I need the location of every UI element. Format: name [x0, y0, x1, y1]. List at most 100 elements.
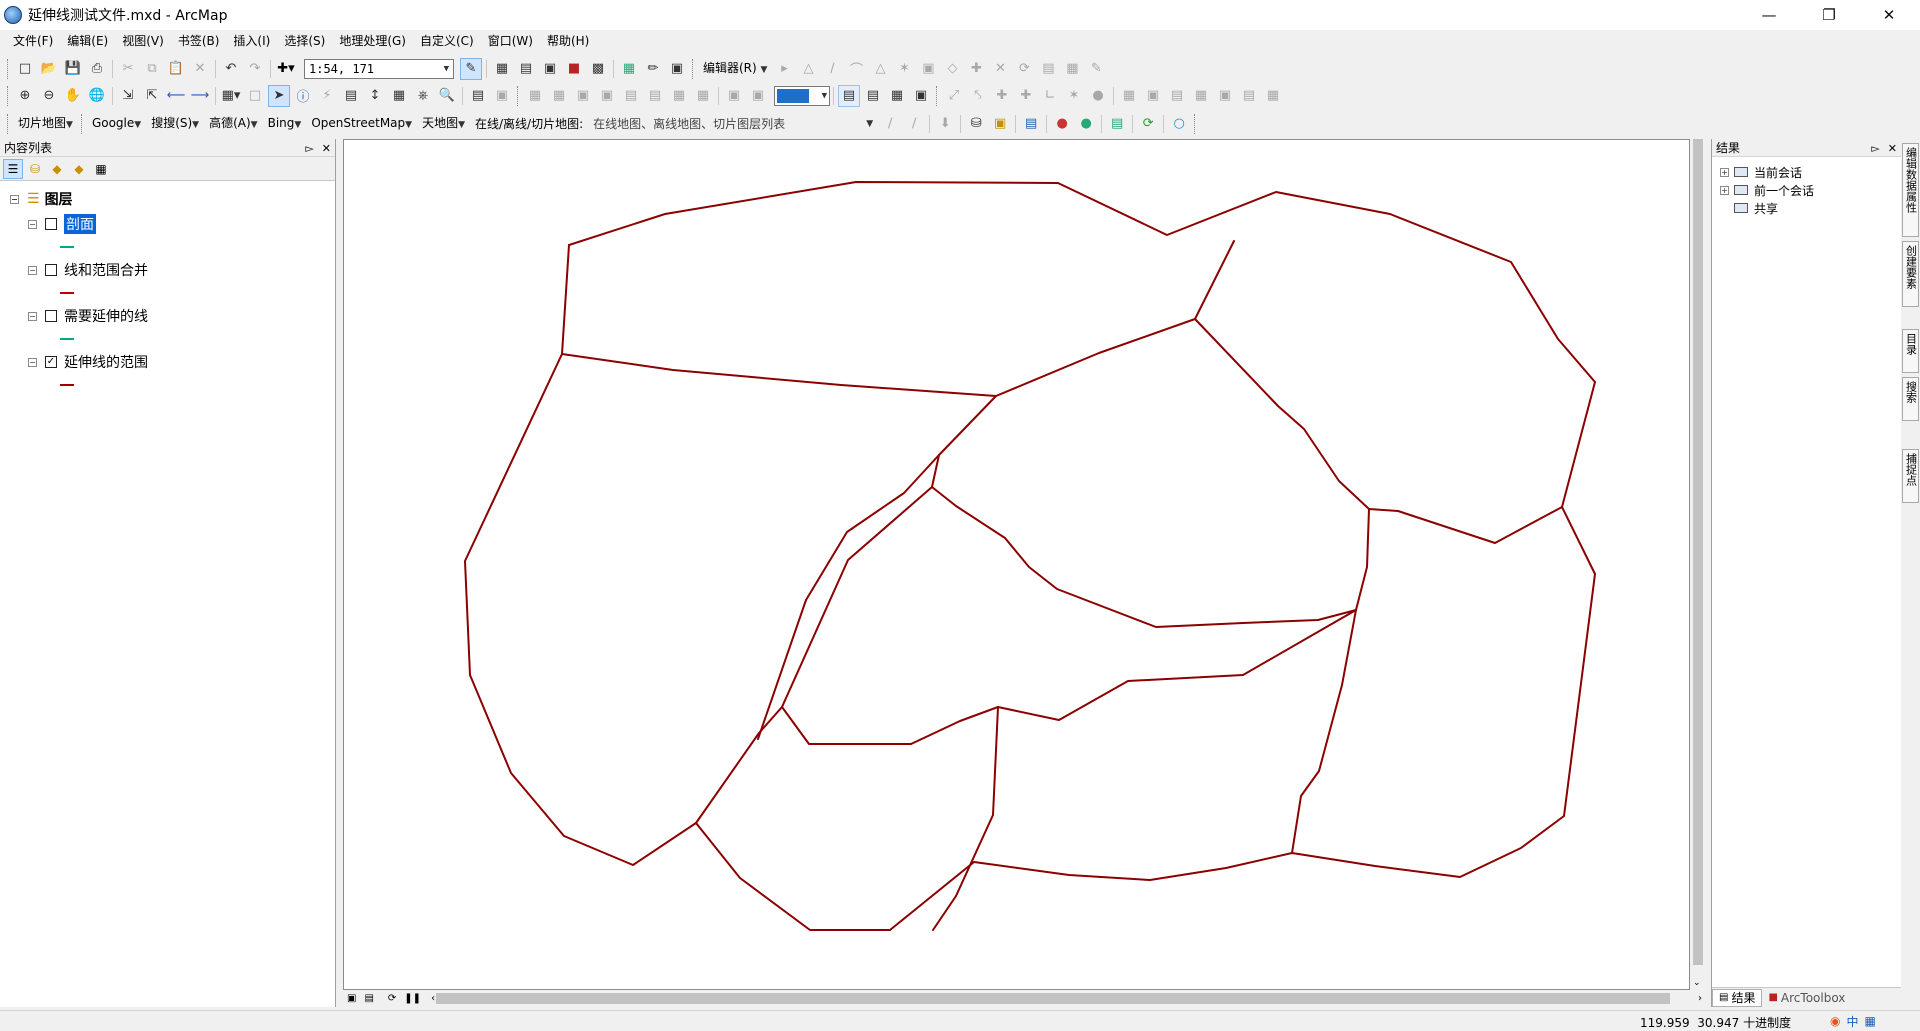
users-icon[interactable]: ● — [1075, 113, 1097, 135]
map-vertical-scrollbar[interactable]: ⌄ — [1690, 139, 1706, 990]
results-shared[interactable]: 共享 — [1734, 199, 1778, 217]
map-feature[interactable] — [695, 486, 933, 824]
undo-icon[interactable]: ↶ — [220, 58, 242, 80]
map-feature[interactable] — [781, 609, 1357, 745]
toc-options-icon[interactable]: ▦ — [91, 159, 111, 179]
qq-icon[interactable]: ● — [1051, 113, 1073, 135]
arctoolbox-icon[interactable]: ■ — [563, 58, 585, 80]
refresh-icon[interactable]: ⟳ — [1137, 113, 1159, 135]
refresh-layer-icon[interactable]: ▣ — [910, 85, 932, 107]
layout-tool-4-icon[interactable]: ▣ — [596, 85, 618, 107]
paste-icon[interactable]: 📋 — [165, 58, 187, 80]
identify-icon[interactable]: ⓘ — [292, 85, 314, 107]
close-pane-icon[interactable]: ✕ — [322, 142, 331, 155]
tab-catalog[interactable]: 目录 — [1902, 329, 1919, 373]
advanced-edit-5-icon[interactable]: ▣ — [1214, 85, 1236, 107]
advanced-edit-1-icon[interactable]: ▦ — [1118, 85, 1140, 107]
layer-2-name[interactable]: 需要延伸的线 — [64, 306, 148, 326]
advanced-edit-6-icon[interactable]: ▤ — [1238, 85, 1260, 107]
layer-row-3[interactable]: − ✓ 延伸线的范围 — [28, 352, 148, 372]
export-icon[interactable]: ▤ — [1106, 113, 1128, 135]
map-feature[interactable] — [561, 244, 1196, 397]
restore-button[interactable]: ❐ — [1806, 0, 1852, 30]
layer-3-checkbox[interactable]: ✓ — [45, 356, 57, 368]
find-icon[interactable]: 🔍 — [436, 85, 458, 107]
collapse-icon[interactable]: − — [10, 194, 19, 204]
tile-map-menu[interactable]: 切片地图▼ — [13, 112, 78, 136]
clear-selection-icon[interactable]: □ — [244, 85, 266, 107]
editor-pencil-icon[interactable]: ✏ — [642, 58, 664, 80]
map-feature[interactable] — [889, 506, 1596, 931]
layout-tool-5-icon[interactable]: ▤ — [620, 85, 642, 107]
expand-icon[interactable]: + — [1720, 185, 1729, 195]
advanced-edit-3-icon[interactable]: ▤ — [1166, 85, 1188, 107]
endpoint-arc-icon[interactable]: ⌒ — [845, 58, 867, 80]
map-feature[interactable] — [695, 822, 891, 931]
map-feature[interactable] — [1291, 609, 1357, 854]
trace-icon[interactable]: △ — [869, 58, 891, 80]
fixed-zoom-in-icon[interactable]: ⇲ — [117, 85, 139, 107]
menu-customize[interactable]: 自定义(C) — [413, 30, 481, 52]
create-viewer-icon[interactable]: ▣ — [491, 85, 513, 107]
layer-1-checkbox[interactable] — [45, 264, 57, 276]
fillet-icon[interactable]: ∟ — [1039, 85, 1061, 107]
layout-tool-3-icon[interactable]: ▣ — [572, 85, 594, 107]
edit-tool-icon[interactable]: ▸ — [773, 58, 795, 80]
gaode-menu[interactable]: 高德(A)▼ — [204, 112, 263, 136]
pan-icon[interactable]: ✋ — [62, 85, 84, 107]
catalog-icon[interactable]: ▤ — [515, 58, 537, 80]
cut-icon[interactable]: ✂ — [117, 58, 139, 80]
search-window-icon[interactable]: ▣ — [539, 58, 561, 80]
layout-view-icon[interactable]: ▤ — [364, 993, 373, 1004]
tile-tool-2-icon[interactable]: ∕ — [903, 113, 925, 135]
expand-icon[interactable]: + — [1720, 167, 1729, 177]
map-feature[interactable] — [932, 706, 999, 931]
advanced-edit-2-icon[interactable]: ▣ — [1142, 85, 1164, 107]
layer-0-name[interactable]: 剖面 — [64, 214, 96, 234]
map-canvas[interactable] — [344, 140, 1689, 989]
vertex-icon[interactable]: ✶ — [1063, 85, 1085, 107]
data-view-icon[interactable]: ▣ — [347, 993, 356, 1004]
pin-icon[interactable]: ▻ — [1871, 142, 1879, 155]
sphere-icon[interactable]: ● — [1087, 85, 1109, 107]
split-line-icon[interactable]: ✚ — [1015, 85, 1037, 107]
ime-indicator[interactable]: ◉ 中 ▦ — [1830, 1011, 1876, 1031]
go-to-xy-icon[interactable]: ⎈ — [412, 85, 434, 107]
layer-row-2[interactable]: − 需要延伸的线 — [28, 306, 148, 326]
refresh-view-icon[interactable]: ⟳ — [388, 993, 396, 1004]
fixed-zoom-out-icon[interactable]: ⇱ — [141, 85, 163, 107]
minimize-button[interactable]: — — [1746, 0, 1792, 30]
copy-icon[interactable]: ⧉ — [141, 58, 163, 80]
pin-icon[interactable]: ▻ — [305, 142, 313, 155]
fill-color-picker[interactable]: ▼ — [774, 85, 830, 106]
list-by-source-icon[interactable]: ⛁ — [25, 159, 45, 179]
scroll-right-icon[interactable]: › — [1698, 993, 1702, 1004]
layer-3-name[interactable]: 延伸线的范围 — [64, 352, 148, 372]
zoom-out-icon[interactable]: ⊖ — [38, 85, 60, 107]
data-view-tool-icon[interactable]: ▤ — [838, 84, 860, 107]
menu-help[interactable]: 帮助(H) — [540, 30, 596, 52]
map-feature[interactable] — [1194, 240, 1235, 320]
collapse-icon[interactable]: − — [28, 357, 37, 367]
sketch-properties-icon[interactable]: ▦ — [1061, 58, 1083, 80]
download-icon[interactable]: ⬇ — [934, 113, 956, 135]
select-elements-icon[interactable]: ➤ — [268, 84, 290, 107]
model-builder-icon[interactable]: ▦ — [618, 58, 640, 80]
list-by-visibility-icon[interactable]: ◆ — [47, 159, 67, 179]
tab-arctoolbox[interactable]: ■ ArcToolbox — [1762, 989, 1851, 1007]
database-icon[interactable]: ⛁ — [965, 113, 987, 135]
find-route-icon[interactable]: ▦ — [388, 85, 410, 107]
hyperlink-icon[interactable]: ⚡ — [316, 85, 338, 107]
map-display[interactable] — [343, 139, 1690, 990]
layer-row-0[interactable]: − 剖面 — [28, 214, 96, 234]
vertical-scroll-thumb[interactable] — [1693, 139, 1703, 965]
layout-tool-6-icon[interactable]: ▤ — [644, 85, 666, 107]
split-icon[interactable]: ✕ — [989, 58, 1011, 80]
bing-menu[interactable]: Bing▼ — [263, 112, 307, 136]
reshape-icon[interactable]: ◇ — [941, 58, 963, 80]
editor-menu[interactable]: 编辑器(R) ▼ — [698, 57, 772, 81]
statistics-icon[interactable]: ▤ — [1020, 113, 1042, 135]
save-icon[interactable]: 💾 — [62, 58, 84, 80]
menu-geoprocessing[interactable]: 地理处理(G) — [332, 30, 413, 52]
layout-tool-2-icon[interactable]: ▦ — [548, 85, 570, 107]
